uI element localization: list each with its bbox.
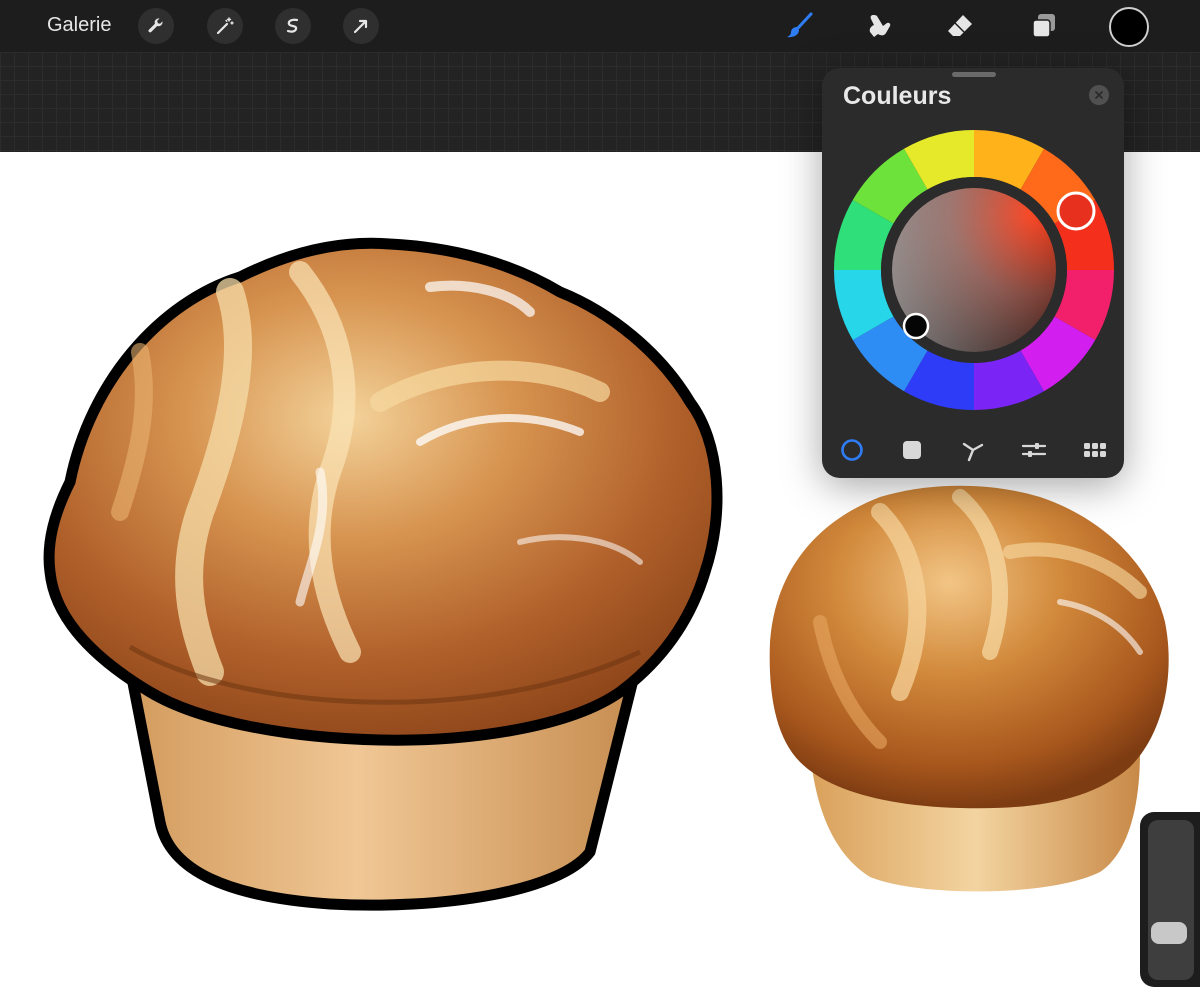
hue-handle[interactable] [1056, 191, 1096, 231]
harmony-mode-icon[interactable] [959, 436, 987, 464]
hue-ring[interactable] [834, 130, 1114, 410]
disc-mode-icon[interactable] [838, 436, 866, 464]
magic-wand-icon[interactable] [207, 8, 243, 44]
close-icon[interactable] [1089, 85, 1109, 105]
eraser-icon[interactable] [942, 8, 978, 44]
slider-thumb[interactable] [1151, 922, 1187, 944]
brush-icon[interactable] [781, 8, 817, 44]
layers-icon[interactable] [1026, 8, 1062, 44]
colors-panel: Couleurs [822, 68, 1124, 478]
color-disc[interactable] [822, 118, 1124, 428]
reference-photo-brioche [769, 485, 1169, 892]
brush-size-slider[interactable] [1148, 820, 1194, 980]
selection-icon[interactable] [275, 8, 311, 44]
smudge-icon[interactable] [861, 8, 897, 44]
panel-title: Couleurs [843, 82, 952, 110]
panel-grabber[interactable] [952, 72, 996, 77]
current-color-swatch[interactable] [1109, 7, 1149, 47]
color-value-handle[interactable] [902, 312, 930, 340]
wrench-icon[interactable] [138, 8, 174, 44]
values-mode-icon[interactable] [1020, 436, 1048, 464]
transform-arrow-icon[interactable] [343, 8, 379, 44]
top-toolbar: Galerie [0, 0, 1200, 52]
gallery-button[interactable]: Galerie [47, 14, 111, 37]
palettes-mode-icon[interactable] [1081, 436, 1109, 464]
drawn-brioche [43, 237, 723, 911]
side-slider-panel [1140, 812, 1200, 987]
classic-mode-icon[interactable] [898, 436, 926, 464]
